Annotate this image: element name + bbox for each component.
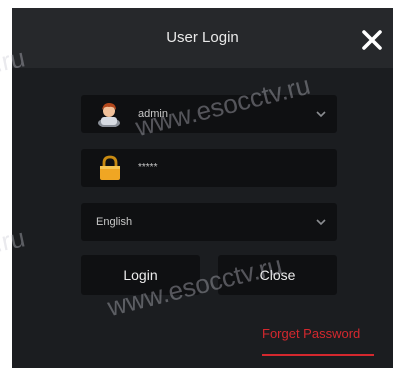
login-dialog: User Login admin ***** English Login Clo… xyxy=(12,8,393,368)
forgot-password-underline xyxy=(262,354,374,356)
chevron-down-icon[interactable] xyxy=(315,108,327,120)
username-value: admin xyxy=(138,108,168,120)
dialog-title: User Login xyxy=(166,29,239,46)
chevron-down-icon[interactable] xyxy=(315,216,327,228)
close-button[interactable]: Close xyxy=(218,255,337,295)
password-field[interactable]: ***** xyxy=(81,149,337,187)
language-selected: English xyxy=(96,216,133,228)
user-avatar-icon xyxy=(98,103,120,127)
language-select[interactable]: English xyxy=(81,203,337,241)
dialog-titlebar: User Login xyxy=(12,8,393,68)
username-field[interactable]: admin xyxy=(81,95,337,133)
login-button[interactable]: Login xyxy=(81,255,200,295)
close-icon[interactable] xyxy=(360,28,384,52)
lock-icon xyxy=(100,155,120,180)
forgot-password-link[interactable]: Forget Password xyxy=(262,326,360,341)
password-value: ***** xyxy=(138,162,158,173)
